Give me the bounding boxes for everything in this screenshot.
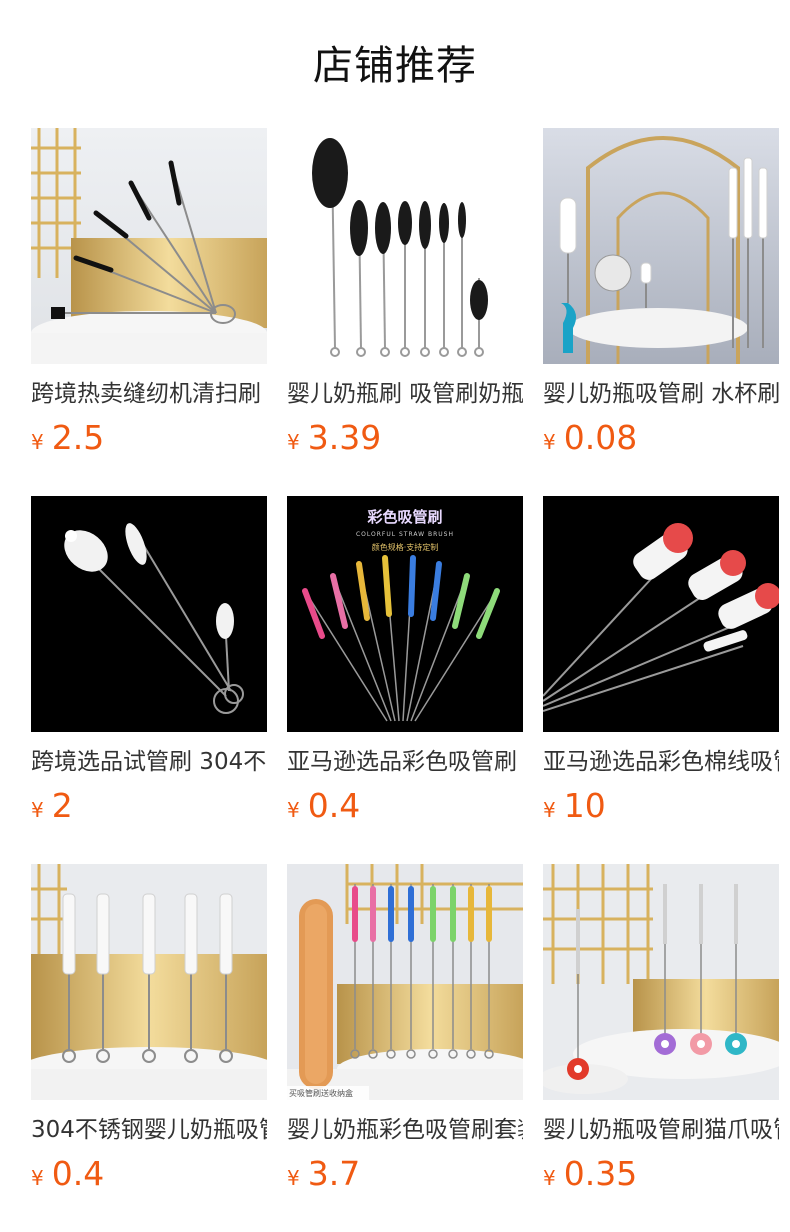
product-image[interactable] [31, 496, 267, 732]
product-price: ¥10 [543, 784, 606, 828]
currency-symbol: ¥ [31, 430, 44, 454]
currency-symbol: ¥ [543, 798, 556, 822]
product-name[interactable]: 婴儿奶瓶彩色吸管刷套装 [287, 1114, 523, 1146]
product-name[interactable]: 304不锈钢婴儿奶瓶吸管 [31, 1114, 267, 1146]
image-subheading: COLORFUL STRAW BRUSH [356, 531, 454, 538]
product-price: ¥0.08 [543, 416, 637, 460]
product-price: ¥0.35 [543, 1152, 637, 1196]
product-card[interactable]: 婴儿奶瓶吸管刷猫爪吸管 ¥0.35 [543, 864, 779, 1204]
currency-symbol: ¥ [543, 430, 556, 454]
product-card[interactable]: 婴儿奶瓶刷 吸管刷奶瓶 ¥3.39 [287, 128, 523, 468]
currency-symbol: ¥ [287, 430, 300, 454]
product-price: ¥0.4 [31, 1152, 104, 1196]
price-value: 2.5 [51, 418, 105, 457]
product-name[interactable]: 跨境选品试管刷 304不锈 [31, 746, 267, 778]
price-value: 3.7 [307, 1154, 361, 1193]
price-value: 0.4 [51, 1154, 105, 1193]
product-image[interactable] [287, 128, 523, 364]
image-tagline: 颜色规格·支持定制 [372, 542, 439, 552]
product-price: ¥0.4 [287, 784, 360, 828]
product-name[interactable]: 婴儿奶瓶刷 吸管刷奶瓶 [287, 378, 523, 410]
product-image[interactable] [543, 496, 779, 732]
product-card[interactable]: 婴儿奶瓶吸管刷 水杯刷 ¥0.08 [543, 128, 779, 468]
product-image[interactable]: 彩色吸管刷 COLORFUL STRAW BRUSH 颜色规格·支持定制 [287, 496, 523, 732]
product-image[interactable] [543, 864, 779, 1100]
price-value: 0.08 [563, 418, 638, 457]
product-card[interactable]: 304不锈钢婴儿奶瓶吸管 ¥0.4 [31, 864, 267, 1204]
price-value: 2 [51, 786, 73, 825]
currency-symbol: ¥ [31, 1166, 44, 1190]
store-recommendations-page: 店铺推荐 跨境热卖缝纫机清扫刷 ¥ 2.5 婴儿奶瓶刷 吸管刷奶瓶 ¥ 3.39… [0, 0, 790, 1232]
price-value: 3.39 [307, 418, 382, 457]
price-value: 0.4 [307, 786, 361, 825]
image-caption: 买吸管刷送收纳盒 [289, 1088, 353, 1098]
currency-symbol: ¥ [31, 798, 44, 822]
product-image[interactable] [31, 128, 267, 364]
currency-symbol: ¥ [543, 1166, 556, 1190]
product-name[interactable]: 亚马逊选品彩色棉线吸管 [543, 746, 779, 778]
page-title: 店铺推荐 [313, 43, 477, 89]
price-value: 10 [563, 786, 606, 825]
currency-symbol: ¥ [287, 1166, 300, 1190]
product-price: ¥2.5 [31, 416, 104, 460]
product-price: ¥3.39 [287, 416, 381, 460]
product-name[interactable]: 婴儿奶瓶吸管刷 水杯刷 [543, 378, 779, 410]
product-card[interactable]: 亚马逊选品彩色棉线吸管 ¥10 [543, 496, 779, 836]
product-card[interactable]: 买吸管刷送收纳盒 婴儿奶瓶彩色吸管刷套装 ¥3.7 [287, 864, 523, 1204]
product-card[interactable]: 彩色吸管刷 COLORFUL STRAW BRUSH 颜色规格·支持定制 亚马逊… [287, 496, 523, 836]
product-image[interactable] [31, 864, 267, 1100]
product-image[interactable] [543, 128, 779, 364]
product-image[interactable]: 买吸管刷送收纳盒 [287, 864, 523, 1100]
product-name[interactable]: 亚马逊选品彩色吸管刷 [287, 746, 523, 778]
product-name[interactable]: 婴儿奶瓶吸管刷猫爪吸管 [543, 1114, 779, 1146]
product-price: ¥3.7 [287, 1152, 360, 1196]
currency-symbol: ¥ [287, 798, 300, 822]
product-price: ¥2 [31, 784, 73, 828]
price-value: 0.35 [563, 1154, 638, 1193]
image-heading: 彩色吸管刷 [366, 508, 442, 526]
product-name[interactable]: 跨境热卖缝纫机清扫刷 [31, 378, 267, 410]
product-card[interactable]: 跨境选品试管刷 304不锈 ¥2 [31, 496, 267, 836]
product-card[interactable]: 跨境热卖缝纫机清扫刷 ¥2.5 [31, 128, 267, 468]
